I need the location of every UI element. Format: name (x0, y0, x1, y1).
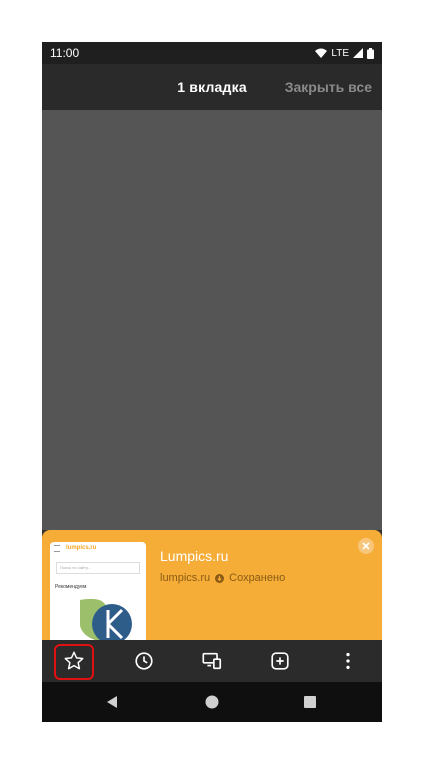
bottom-toolbar (42, 640, 382, 682)
more-button[interactable] (333, 646, 363, 676)
status-icons: LTE (315, 47, 374, 59)
saved-label: Сохранено (229, 572, 286, 584)
new-tab-icon (271, 652, 289, 670)
tab-thumbnail: lumpics.ru Поиск по сайту... Рекомендуем (50, 542, 146, 640)
history-button[interactable] (129, 646, 159, 676)
tab-domain: lumpics.ru (160, 572, 211, 584)
bookmarks-button[interactable] (59, 646, 89, 676)
status-bar: 11:00 LTE (42, 42, 382, 64)
signal-icon (353, 48, 363, 58)
close-all-button[interactable]: Закрыть все (285, 64, 372, 110)
tab-meta: lumpics.ru Сохранено (160, 572, 285, 584)
devices-button[interactable] (197, 646, 227, 676)
back-icon (107, 696, 117, 708)
more-icon (346, 652, 350, 670)
wifi-icon (315, 48, 328, 58)
home-icon (205, 695, 219, 709)
status-time: 11:00 (50, 46, 80, 60)
home-button[interactable] (202, 692, 222, 712)
thumb-site-name: lumpics.ru (66, 545, 97, 551)
phone-screen: 11:00 LTE 1 вкладка Закрыть все lumpics.… (42, 42, 382, 722)
tab-title: Lumpics.ru (160, 548, 229, 564)
thumb-section: Рекомендуем (55, 584, 87, 590)
battery-icon (367, 47, 374, 59)
star-icon (64, 651, 84, 670)
tabs-area (42, 110, 382, 530)
close-tab-button[interactable] (358, 538, 374, 554)
tabs-header: 1 вкладка Закрыть все (42, 64, 382, 110)
recents-button[interactable] (300, 692, 320, 712)
thumb-logo (80, 598, 132, 640)
close-icon (362, 542, 370, 550)
back-button[interactable] (102, 692, 122, 712)
devices-icon (202, 652, 222, 670)
network-label: LTE (331, 47, 349, 59)
history-icon (135, 652, 153, 670)
system-nav-bar (42, 682, 382, 722)
menu-icon (54, 544, 60, 552)
recents-icon (304, 696, 316, 708)
new-tab-button[interactable] (265, 646, 295, 676)
saved-icon (215, 573, 225, 583)
tab-card[interactable]: lumpics.ru Поиск по сайту... Рекомендуем… (42, 530, 382, 640)
thumb-search: Поиск по сайту... (56, 562, 140, 574)
